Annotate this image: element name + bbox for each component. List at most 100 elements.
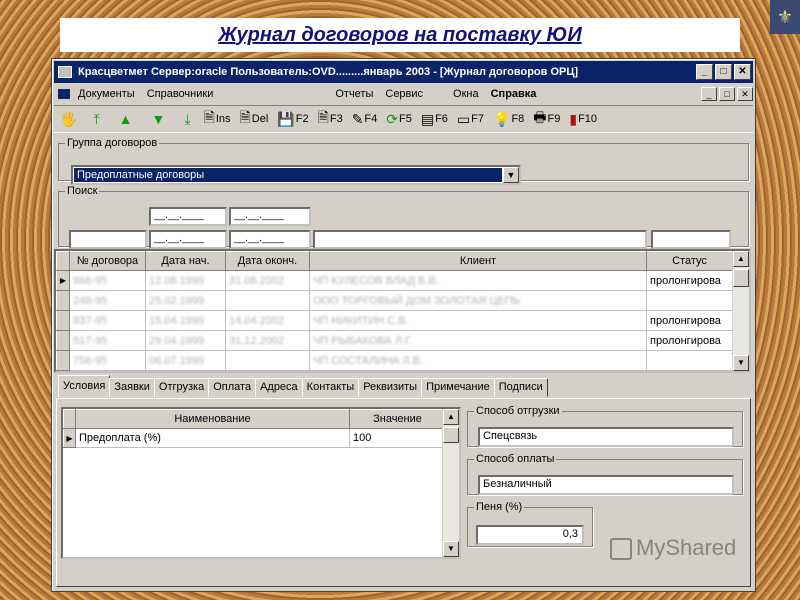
conditions-grid: Наименование Значение ▶ Предоплата (%) 1… — [61, 407, 461, 559]
scroll-thumb[interactable] — [443, 427, 459, 443]
table-cell — [225, 290, 310, 311]
payment-method-label: Способ оплаты — [476, 453, 555, 465]
chevron-down-icon[interactable]: ▼ — [503, 167, 519, 183]
grid-scrollbar[interactable]: ▲ ▼ — [732, 251, 749, 371]
f6-button[interactable]: ▤ F6 — [421, 111, 448, 128]
tab-contacts[interactable]: Контакты — [301, 378, 360, 397]
status-search-input[interactable] — [651, 230, 731, 249]
shipping-method-field[interactable]: Спецсвязь — [478, 427, 734, 447]
exit-icon: ▮ — [569, 110, 578, 127]
tab-payment[interactable]: Оплата — [208, 378, 257, 397]
table-cell[interactable]: 100 — [349, 428, 446, 448]
client-search-input[interactable] — [313, 230, 647, 249]
tab-requests[interactable]: Заявки — [109, 378, 155, 397]
table-cell: 31.12.2002 — [225, 330, 310, 351]
table-cell: пролонгирова — [646, 310, 733, 331]
first-record-button[interactable]: ⤒ — [93, 111, 99, 128]
table-row[interactable]: 248-95 25.02.1999 ООО ТОРГОВЫЙ ДОМ ЗОЛОТ… — [56, 290, 733, 311]
date-start-to-input[interactable]: __.__.____ — [149, 230, 227, 249]
contract-group-selected: Предоплатные договоры — [74, 168, 502, 182]
field-icon: ▭ — [456, 110, 471, 127]
table-cell — [646, 290, 733, 311]
f8-button[interactable]: 💡 F8 — [493, 111, 524, 128]
f7-button[interactable]: ▭ F7 — [457, 111, 484, 128]
refresh-button[interactable]: ⟳ F5 — [386, 111, 412, 128]
search-box: Поиск __.__.____ __.__.____ __.__.____ _… — [58, 185, 749, 249]
table-row[interactable]: 837-95 15.04.1999 14.04.2002 ЧП НИКИТИН … — [56, 310, 733, 331]
menu-reports[interactable]: Отчеты — [329, 88, 379, 100]
menu-service[interactable]: Сервис — [379, 88, 429, 100]
delete-button[interactable]: 🗎 Del — [240, 107, 269, 131]
row-indicator-header — [56, 251, 70, 271]
scroll-thumb[interactable] — [733, 269, 749, 287]
watermark: MyShared — [610, 535, 736, 561]
save-button[interactable]: 💾 F2 — [277, 111, 308, 128]
column-header[interactable]: Значение — [349, 409, 446, 429]
tab-notes[interactable]: Примечание — [421, 378, 495, 397]
table-cell: пролонгирова — [646, 270, 733, 291]
scroll-down-icon[interactable]: ▼ — [443, 541, 459, 557]
edit-button[interactable]: ✎ F4 — [352, 111, 378, 128]
table-cell: Предоплата (%) — [75, 428, 350, 448]
search-label: Поиск — [67, 185, 98, 197]
insert-icon: 🗎 — [203, 109, 215, 125]
tab-conditions[interactable]: Условия — [58, 375, 111, 397]
conditions-scrollbar[interactable]: ▲ ▼ — [442, 409, 459, 557]
date-end-from-input[interactable]: __.__.____ — [229, 207, 311, 226]
menu-windows[interactable]: Окна — [447, 88, 485, 100]
column-header[interactable]: Дата нач. — [145, 251, 226, 271]
prev-record-button[interactable]: ▲ — [119, 111, 133, 127]
presentation-icon — [610, 538, 632, 561]
table-cell: 756-95 — [69, 350, 146, 371]
shipping-method-box: Способ отгрузки Спецсвязь — [467, 405, 743, 447]
table-row[interactable]: 517-95 29.04.1999 31.12.2002 ЧП РЫБАКОВА… — [56, 330, 733, 351]
contract-number-search-input[interactable] — [69, 230, 147, 249]
print-button[interactable]: 🖶 F9 — [533, 107, 560, 131]
table-row[interactable]: 756-95 06.07.1999 ЧП СОСТАЛИНА Л.В. — [56, 350, 733, 371]
tab-signatures[interactable]: Подписи — [493, 378, 548, 397]
maximize-button[interactable]: □ — [715, 64, 732, 80]
toolbar-hand-button[interactable]: 🖐 — [60, 111, 78, 128]
table-cell: 31.08.2002 — [225, 270, 310, 291]
mdi-restore-button[interactable]: □ — [719, 87, 735, 101]
column-header[interactable]: Дата оконч. — [225, 251, 310, 271]
penalty-field[interactable]: 0,3 — [476, 525, 584, 545]
mdi-minimize-button[interactable]: _ — [701, 87, 717, 101]
payment-method-field[interactable]: Безналичный — [478, 475, 734, 495]
table-row[interactable]: ▶ Предоплата (%) 100 — [63, 428, 446, 448]
menu-documents[interactable]: Документы — [72, 88, 141, 100]
table-cell: 15.04.1999 — [145, 310, 226, 331]
tab-requisites[interactable]: Реквизиты — [358, 378, 423, 397]
menu-references[interactable]: Справочники — [141, 88, 220, 100]
column-header[interactable]: Статус — [646, 251, 733, 271]
scroll-up-icon[interactable]: ▲ — [733, 251, 749, 267]
table-cell — [225, 350, 310, 371]
minimize-button[interactable]: _ — [696, 64, 713, 80]
last-record-button[interactable]: ⤓ — [184, 111, 190, 128]
penalty-box: Пеня (%) 0,3 — [467, 501, 593, 547]
next-record-button[interactable]: ▼ — [152, 111, 166, 127]
contract-group-label: Группа договоров — [67, 137, 158, 149]
menu-help[interactable]: Справка — [485, 88, 543, 100]
insert-button[interactable]: 🗎 Ins — [204, 107, 231, 131]
edit-icon: ✎ — [351, 110, 364, 127]
mdi-close-button[interactable]: ✕ — [737, 87, 753, 101]
f3-button[interactable]: 🗎 F3 — [318, 107, 343, 131]
table-cell: ЧП РЫБАКОВА Л.Г. — [309, 330, 647, 351]
scroll-down-icon[interactable]: ▼ — [733, 355, 749, 371]
column-header[interactable]: № договора — [69, 251, 146, 271]
contract-group-select[interactable]: Предоплатные договоры ▼ — [71, 165, 521, 185]
app-icon — [58, 66, 72, 78]
table-row[interactable]: ▶ 866-95 12.08.1999 31.08.2002 ЧП КУЛЕСО… — [56, 270, 733, 291]
close-button[interactable]: ✕ — [734, 64, 751, 80]
tab-shipment[interactable]: Отгрузка — [153, 378, 210, 397]
column-header[interactable]: Клиент — [309, 251, 647, 271]
exit-button[interactable]: ▮ F10 — [569, 111, 597, 128]
date-start-from-input[interactable]: __.__.____ — [149, 207, 227, 226]
date-end-to-input[interactable]: __.__.____ — [229, 230, 311, 249]
tab-addresses[interactable]: Адреса — [255, 378, 303, 397]
slide-banner: Журнал договоров на поставку ЮИ — [60, 18, 740, 52]
shipping-method-label: Способ отгрузки — [476, 405, 560, 417]
column-header[interactable]: Наименование — [75, 409, 350, 429]
scroll-up-icon[interactable]: ▲ — [443, 409, 459, 425]
